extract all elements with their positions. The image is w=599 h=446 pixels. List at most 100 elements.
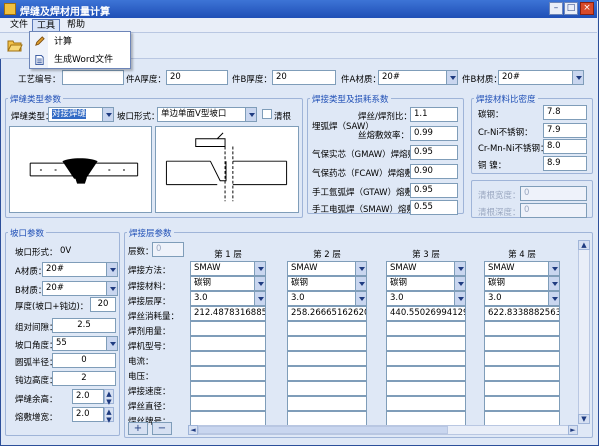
layer-4-current[interactable]: [484, 351, 560, 366]
layer-4-header: 第 4 层: [508, 250, 536, 260]
layer-1-thickness-select[interactable]: 3.0: [190, 291, 266, 306]
layer-2-flux[interactable]: [287, 321, 367, 336]
layer-1-speed[interactable]: [190, 381, 266, 396]
menu-item-generate-word[interactable]: 生成Word文件: [32, 52, 128, 68]
menu-item-calculate[interactable]: 计算: [32, 34, 128, 50]
b-material-label: 件B材质：: [462, 75, 502, 85]
clear-root-label: 清根: [274, 112, 292, 122]
fcaw-input[interactable]: 0.90: [410, 164, 458, 179]
clear-root-checkbox[interactable]: [262, 109, 272, 119]
weld-type-select[interactable]: 对接焊缝: [48, 107, 114, 122]
layer-4-voltage[interactable]: [484, 366, 560, 381]
layer-3-grade[interactable]: [386, 411, 466, 426]
crni-input[interactable]: 7.9: [543, 123, 587, 138]
b-thickness-label: 件B厚度：: [232, 75, 272, 85]
b-thickness-input[interactable]: 20: [272, 70, 336, 85]
layer-2-consumption[interactable]: 258.266651626207: [287, 306, 367, 321]
smaw-input[interactable]: 0.55: [410, 200, 458, 215]
scroll-left-arrow[interactable]: ◄: [188, 425, 198, 435]
excess-height-input[interactable]: 2.0: [72, 389, 104, 404]
layer-4-diameter[interactable]: [484, 396, 560, 411]
remove-layer-button[interactable]: −: [152, 422, 172, 435]
row-label-voltage: 电压：: [128, 372, 154, 382]
gtaw-input[interactable]: 0.95: [410, 183, 458, 198]
process-no-input[interactable]: [62, 70, 124, 85]
a-material-select[interactable]: 20#: [378, 70, 458, 85]
layer-1-diameter[interactable]: [190, 396, 266, 411]
clear-depth-label: 清根深度：: [478, 208, 521, 218]
a-material-param-select[interactable]: 20#: [42, 262, 118, 277]
layer-3-method-select[interactable]: SMAW: [386, 261, 466, 276]
layer-3-consumption[interactable]: 440.550269941291: [386, 306, 466, 321]
layer-3-voltage[interactable]: [386, 366, 466, 381]
layer-4-method-select[interactable]: SMAW: [484, 261, 560, 276]
excess-height-spinner[interactable]: ▲ ▼: [104, 389, 114, 406]
layer-1-method-select[interactable]: SMAW: [190, 261, 266, 276]
layer-1-voltage[interactable]: [190, 366, 266, 381]
scroll-right-arrow[interactable]: ►: [568, 425, 578, 435]
layer-3-machine[interactable]: [386, 336, 466, 351]
blunt-input[interactable]: 2: [52, 371, 116, 386]
b-material-select[interactable]: 20#: [498, 70, 584, 85]
weld-type-group-title: 焊缝类型参数: [8, 93, 64, 105]
crmnni-input[interactable]: 8.0: [543, 139, 587, 154]
layer-2-grade[interactable]: [287, 411, 367, 426]
layer-1-machine[interactable]: [190, 336, 266, 351]
horizontal-scroll-thumb[interactable]: [198, 426, 448, 434]
row-label-diameter: 焊丝直径：: [128, 402, 171, 412]
layer-2-material-select[interactable]: 碳钢: [287, 276, 367, 291]
clear-depth-input[interactable]: 0: [520, 203, 587, 218]
layer-1-consumption[interactable]: 212.487831688503: [190, 306, 266, 321]
layer-3-speed[interactable]: [386, 381, 466, 396]
layer-3-diameter[interactable]: [386, 396, 466, 411]
maximize-button[interactable]: □: [564, 2, 578, 15]
layer-2-speed[interactable]: [287, 381, 367, 396]
layers-vertical-scrollbar[interactable]: [578, 240, 590, 424]
thickness-input[interactable]: 20: [90, 297, 116, 312]
layer-2-diameter[interactable]: [287, 396, 367, 411]
carbon-steel-input[interactable]: 7.8: [543, 105, 587, 120]
clear-width-input[interactable]: 0: [520, 186, 587, 201]
layer-4-thickness-select[interactable]: 3.0: [484, 291, 560, 306]
layer-3-thickness-select[interactable]: 3.0: [386, 291, 466, 306]
angle-select[interactable]: 55: [52, 336, 118, 351]
gmaw-input[interactable]: 0.95: [410, 145, 458, 160]
close-button[interactable]: ×: [580, 2, 594, 15]
layer-4-speed[interactable]: [484, 381, 560, 396]
layer-3-flux[interactable]: [386, 321, 466, 336]
b-material-param-select[interactable]: 20#: [42, 281, 118, 296]
layer-2-machine[interactable]: [287, 336, 367, 351]
layer-1-grade[interactable]: [190, 411, 266, 426]
layer-4-consumption[interactable]: 622.833888256376: [484, 306, 560, 321]
groove-form-select[interactable]: 单边单面V型坡口: [157, 107, 257, 122]
layer-2-method-select[interactable]: SMAW: [287, 261, 367, 276]
layer-3-material-select[interactable]: 碳钢: [386, 276, 466, 291]
layer-count-input[interactable]: 0: [152, 242, 184, 257]
layer-1-flux[interactable]: [190, 321, 266, 336]
layer-2-thickness-select[interactable]: 3.0: [287, 291, 367, 306]
layer-4-flux[interactable]: [484, 321, 560, 336]
a-thickness-input[interactable]: 20: [166, 70, 228, 85]
row-label-flux: 焊剂用量：: [128, 327, 171, 337]
radius-input[interactable]: 0: [52, 353, 116, 368]
layer-4-machine[interactable]: [484, 336, 560, 351]
layer-4-material-select[interactable]: 碳钢: [484, 276, 560, 291]
scroll-down-arrow[interactable]: ▼: [578, 414, 590, 424]
layer-1-current[interactable]: [190, 351, 266, 366]
copper-nickel-input[interactable]: 8.9: [543, 156, 587, 171]
layer-1-material-select[interactable]: 碳钢: [190, 276, 266, 291]
saw-efficiency-input[interactable]: 0.99: [410, 126, 458, 141]
layer-2-current[interactable]: [287, 351, 367, 366]
layer-3-current[interactable]: [386, 351, 466, 366]
gap-input[interactable]: 2.5: [52, 318, 116, 333]
saw-ratio-input[interactable]: 1.1: [410, 107, 458, 122]
layer-3-header: 第 3 层: [412, 250, 440, 260]
add-layer-button[interactable]: +: [128, 422, 148, 435]
open-folder-icon[interactable]: [7, 37, 23, 53]
scroll-up-arrow[interactable]: ▲: [578, 240, 590, 250]
layer-4-grade[interactable]: [484, 411, 560, 426]
minimize-button[interactable]: –: [549, 2, 563, 15]
layer-2-voltage[interactable]: [287, 366, 367, 381]
fusion-width-input[interactable]: 2.0: [72, 407, 104, 422]
fusion-width-spinner[interactable]: ▲ ▼: [104, 407, 114, 424]
